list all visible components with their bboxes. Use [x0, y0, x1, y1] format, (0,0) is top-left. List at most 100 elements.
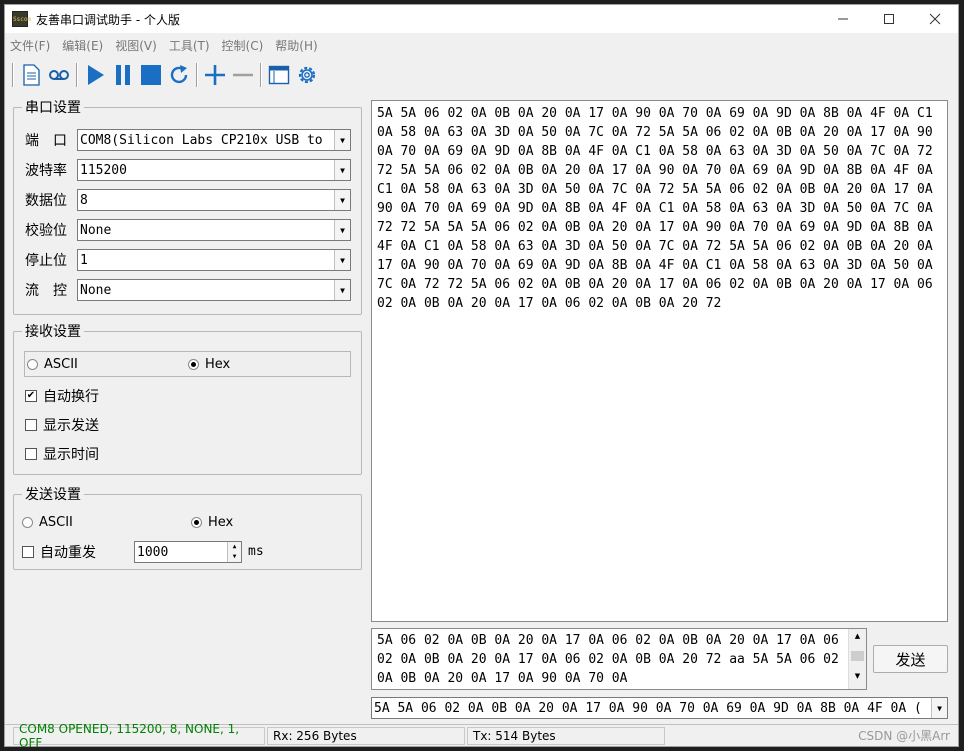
toolbar — [5, 59, 958, 91]
chevron-down-icon[interactable]: ▼ — [334, 190, 350, 210]
auto-wrap-checkbox[interactable]: ✔ 自动换行 — [25, 386, 99, 406]
menu-help[interactable]: 帮助(H) — [275, 37, 317, 54]
menu-control[interactable]: 控制(C) — [222, 37, 264, 54]
watermark: CSDN @小黑Arr — [667, 727, 956, 745]
menu-edit[interactable]: 编辑(E) — [62, 37, 103, 54]
minus-icon — [233, 73, 253, 77]
window-button[interactable] — [265, 61, 293, 89]
chevron-down-icon[interactable]: ▼ — [334, 250, 350, 270]
send-hex-radio[interactable]: Hex — [191, 515, 233, 530]
interval-stepper[interactable]: 1000 ▲ ▼ — [134, 541, 242, 563]
radio-off-icon — [22, 517, 33, 528]
auto-resend-label: 自动重发 — [40, 545, 96, 561]
status-bar: COM8 OPENED, 115200, 8, NONE, 1, OFF Rx:… — [5, 722, 958, 750]
play-button[interactable] — [81, 61, 109, 89]
menu-view[interactable]: 视图(V) — [115, 37, 157, 54]
show-time-label: 显示时间 — [43, 447, 99, 463]
chevron-down-icon[interactable]: ▼ — [334, 160, 350, 180]
record-button[interactable] — [45, 61, 73, 89]
chevron-down-icon[interactable]: ▼ — [334, 280, 350, 300]
baud-select[interactable]: 115200 ▼ — [77, 159, 351, 181]
show-send-label: 显示发送 — [43, 418, 99, 434]
receive-hex-radio[interactable]: Hex — [188, 357, 230, 372]
tx-counter-text: Tx: 514 Bytes — [473, 728, 556, 743]
scroll-thumb[interactable] — [851, 651, 864, 661]
stopbits-select[interactable]: 1 ▼ — [77, 249, 351, 271]
receive-hex-label: Hex — [205, 357, 231, 372]
pause-icon — [116, 65, 130, 85]
show-send-checkbox[interactable]: 显示发送 — [25, 415, 99, 435]
new-document-button[interactable] — [17, 61, 45, 89]
app-window: Sscom 友善串口调试助手 - 个人版 文件(F) 编辑(E) 视图(V) 工… — [4, 4, 959, 750]
remove-button[interactable] — [229, 61, 257, 89]
history-select[interactable]: 5A 5A 06 02 0A 0B 0A 20 0A 17 0A 90 0A 7… — [371, 697, 948, 719]
chevron-down-icon[interactable]: ▼ — [334, 220, 350, 240]
document-icon — [23, 64, 40, 86]
flow-label: 流 控 — [25, 283, 67, 299]
minimize-button[interactable] — [820, 5, 866, 33]
close-icon — [929, 13, 941, 25]
show-time-checkbox[interactable]: 显示时间 — [25, 444, 99, 464]
plus-icon — [205, 65, 225, 85]
send-ascii-label: ASCII — [39, 515, 73, 530]
port-label: 端 口 — [25, 133, 67, 149]
send-ascii-radio[interactable]: ASCII — [22, 515, 73, 530]
refresh-icon — [170, 65, 188, 84]
send-textarea[interactable]: 5A 06 02 0A 0B 0A 20 0A 17 0A 06 02 0A 0… — [371, 628, 867, 690]
checkbox-empty-icon — [25, 448, 37, 460]
close-button[interactable] — [912, 5, 958, 33]
stopbits-label: 停止位 — [25, 253, 67, 269]
send-scrollbar[interactable]: ▲ ▼ — [848, 629, 866, 689]
databits-row: 数据位 — [25, 190, 73, 210]
receive-ascii-label: ASCII — [44, 357, 78, 372]
record-icon — [49, 70, 69, 80]
send-button[interactable]: 发送 — [873, 645, 948, 673]
stop-button[interactable] — [137, 61, 165, 89]
add-button[interactable] — [201, 61, 229, 89]
scroll-up-icon[interactable]: ▲ — [849, 629, 866, 643]
auto-resend-checkbox[interactable]: 自动重发 — [22, 542, 96, 562]
title-bar: Sscom 友善串口调试助手 - 个人版 — [5, 5, 958, 33]
maximize-button[interactable] — [866, 5, 912, 33]
parity-row: 校验位 — [25, 220, 73, 240]
serial-settings-legend: 串口设置 — [25, 100, 81, 116]
menu-tools[interactable]: 工具(T) — [169, 37, 210, 54]
window-title: 友善串口调试助手 - 个人版 — [36, 12, 180, 27]
menu-file[interactable]: 文件(F) — [10, 37, 50, 54]
gear-icon — [298, 66, 316, 84]
radio-off-icon — [27, 359, 38, 370]
chevron-down-icon[interactable]: ▼ — [931, 698, 947, 718]
settings-button[interactable] — [293, 61, 321, 89]
checkbox-empty-icon — [25, 419, 37, 431]
flow-select[interactable]: None ▼ — [77, 279, 351, 301]
flow-row: 流 控 — [25, 280, 73, 300]
refresh-button[interactable] — [165, 61, 193, 89]
menu-bar: 文件(F) 编辑(E) 视图(V) 工具(T) 控制(C) 帮助(H) — [5, 35, 958, 55]
maximize-icon — [884, 14, 894, 24]
parity-select[interactable]: None ▼ — [77, 219, 351, 241]
parity-label: 校验位 — [25, 223, 67, 239]
port-select[interactable]: COM8(Silicon Labs CP210x USB to ▼ — [77, 129, 351, 151]
port-row: 端 口 — [25, 130, 73, 150]
baud-row: 波特率 — [25, 160, 73, 180]
scroll-down-icon[interactable]: ▼ — [849, 669, 866, 683]
stop-icon — [141, 65, 161, 85]
tx-counter: Tx: 514 Bytes — [467, 726, 665, 745]
radio-on-icon — [191, 517, 202, 528]
rx-counter: Rx: 256 Bytes — [267, 726, 465, 745]
parity-value: None — [80, 222, 112, 238]
toolbar-separator — [76, 63, 78, 87]
window-icon — [268, 65, 290, 85]
baud-label: 波特率 — [25, 163, 67, 179]
pause-button[interactable] — [109, 61, 137, 89]
chevron-down-icon[interactable]: ▼ — [334, 130, 350, 150]
flow-value: None — [80, 282, 112, 298]
radio-on-icon — [188, 359, 199, 370]
watermark-text: CSDN @小黑Arr — [858, 729, 950, 743]
databits-select[interactable]: 8 ▼ — [77, 189, 351, 211]
interval-unit: ms — [248, 544, 264, 559]
receive-textarea[interactable]: 5A 5A 06 02 0A 0B 0A 20 0A 17 0A 90 0A 7… — [371, 100, 948, 622]
spin-arrows-icon[interactable]: ▲ ▼ — [227, 542, 241, 562]
stopbits-value: 1 — [80, 252, 88, 268]
receive-ascii-radio[interactable]: ASCII — [27, 357, 78, 372]
